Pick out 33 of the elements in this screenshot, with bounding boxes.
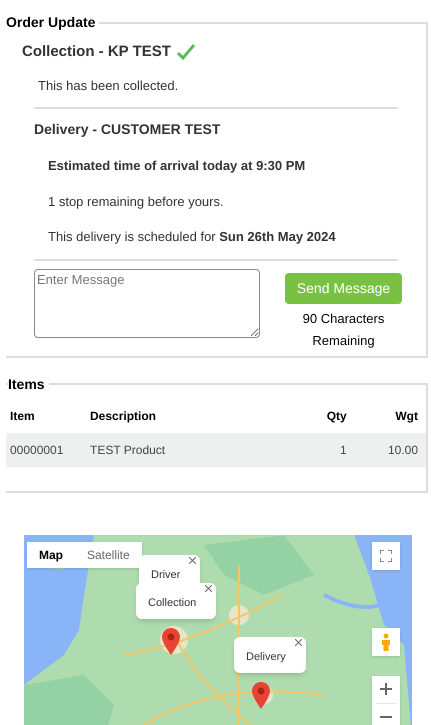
panel-legend: Order Update bbox=[6, 12, 100, 33]
close-icon[interactable] bbox=[294, 638, 302, 646]
characters-remaining: 90 Characters Remaining bbox=[302, 310, 386, 350]
column-header: Qty bbox=[326, 408, 347, 422]
collection-title: Collection - KP TEST bbox=[22, 42, 171, 62]
eta-text: Estimated time of arrival today at 9:30 PM bbox=[48, 157, 306, 175]
column-header: Wgt bbox=[395, 408, 418, 422]
info-window-label: Driver bbox=[151, 568, 180, 580]
fullscreen-icon bbox=[380, 550, 392, 562]
plus-icon bbox=[380, 683, 392, 695]
column-header: Item bbox=[10, 408, 35, 422]
table-cell: 1 bbox=[340, 442, 347, 456]
map-type-tab[interactable]: Satellite bbox=[75, 542, 142, 568]
close-icon[interactable] bbox=[205, 584, 212, 592]
stops-text: 1 stop remaining before yours. bbox=[48, 192, 225, 211]
collection-status: This has been collected. bbox=[38, 76, 180, 94]
close-icon[interactable] bbox=[189, 556, 196, 564]
info-window-label: Collection bbox=[148, 596, 196, 608]
fullscreen-button[interactable] bbox=[372, 542, 400, 570]
table-cell: 00000001 bbox=[10, 442, 64, 456]
message-field[interactable]: Enter Message bbox=[34, 268, 260, 338]
schedule-text: This delivery is scheduled for Sun 26th May 2024 bbox=[48, 228, 337, 246]
column-header: Description bbox=[90, 408, 156, 422]
map-type-tab[interactable]: Map bbox=[27, 542, 75, 568]
map-pin-icon[interactable] bbox=[252, 682, 270, 708]
table-cell: TEST Product bbox=[90, 442, 166, 456]
person-icon bbox=[381, 632, 391, 650]
table-cell: 10.00 bbox=[388, 442, 418, 456]
minus-icon bbox=[380, 716, 392, 718]
info-window-label: Delivery bbox=[246, 650, 286, 662]
panel-legend: Items bbox=[8, 374, 49, 394]
delivery-title: Delivery - CUSTOMER TEST bbox=[34, 120, 222, 139]
map-pin-icon[interactable] bbox=[162, 628, 180, 654]
